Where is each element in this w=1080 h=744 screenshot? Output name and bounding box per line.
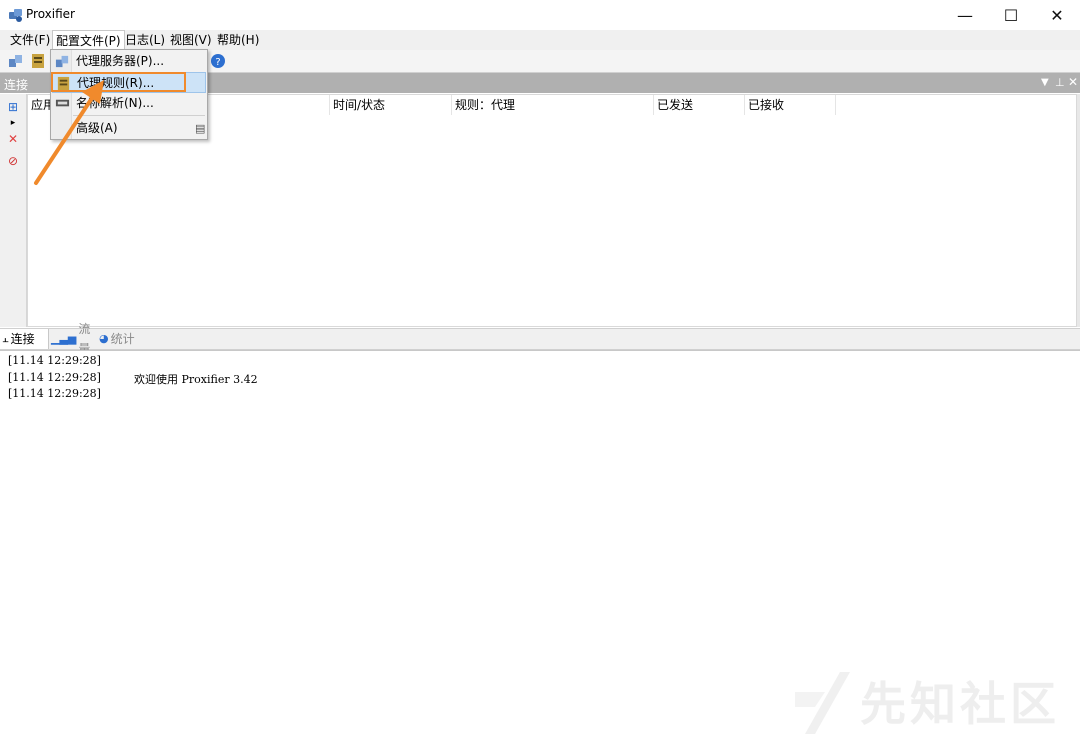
pane-menu-icon[interactable]: ▼ [1041, 77, 1049, 88]
title-bar: Proxifier — ☐ ✕ [0, 0, 1080, 30]
proxy-servers-icon[interactable] [8, 53, 24, 69]
proxy-rules-icon[interactable] [30, 53, 46, 69]
tab-statistics-label: 统计 [110, 332, 135, 346]
statistics-pie-icon: ◕ [99, 332, 109, 345]
annotation-arrow-icon [34, 80, 104, 185]
menu-bar: 文件(F) 配置文件(P) 日志(L) 视图(V) 帮助(H) [0, 30, 1080, 50]
expand-arrow-icon[interactable]: ▸ [6, 116, 20, 130]
menu-view[interactable]: 视图(V) [167, 30, 215, 50]
help-icon[interactable]: ? [210, 53, 226, 69]
column-header-rule-proxy[interactable]: 规则：代理 [452, 95, 654, 115]
menu-file[interactable]: 文件(F) [7, 30, 53, 50]
column-header-time-status[interactable]: 时间/状态 [330, 95, 452, 115]
tab-connections[interactable]: ⫠ 连接 [0, 329, 49, 349]
column-header-sent[interactable]: 已发送 [654, 95, 745, 115]
menu-help[interactable]: 帮助(H) [214, 30, 262, 50]
watermark-logo-icon [795, 672, 850, 734]
menu-item-proxy-servers[interactable]: 代理服务器(P)... [52, 51, 206, 72]
connections-sidebar: ⊞ ▸ ✕ ⊘ [0, 94, 27, 327]
pane-close-icon[interactable]: ✕ [1068, 75, 1078, 89]
submenu-icon: ▤ [195, 122, 206, 135]
menu-item-label: 代理服务器(P)... [76, 54, 165, 68]
tab-traffic[interactable]: ▁▃▅ 流量 [49, 322, 97, 356]
menu-profile[interactable]: 配置文件(P) [52, 30, 125, 49]
tab-statistics[interactable]: ◕ 统计 [97, 329, 145, 349]
tree-icon[interactable]: ⊞ [6, 100, 20, 114]
watermark-text: 先知社区 [860, 677, 1060, 731]
log-line-time: [11.14 12:29:28] [8, 354, 101, 367]
connections-pane-title: 连接 [4, 78, 29, 92]
window-title: Proxifier [26, 7, 75, 21]
close-button[interactable]: ✕ [1034, 0, 1080, 30]
log-line-time: [11.14 12:29:28] [8, 371, 101, 384]
connections-tab-icon: ⫠ [2, 332, 9, 345]
minimize-button[interactable]: — [942, 0, 988, 30]
traffic-chart-icon: ▁▃▅ [51, 332, 77, 345]
svg-text:?: ? [215, 57, 220, 68]
log-line-text: 欢迎使用 Proxifier 3.42 [134, 373, 258, 386]
menu-log[interactable]: 日志(L) [122, 30, 168, 50]
proxifier-app-icon [9, 9, 22, 22]
proxy-servers-icon [55, 55, 69, 68]
column-header-received[interactable]: 已接收 [745, 95, 836, 115]
bottom-tabs: ⫠ 连接 ▁▃▅ 流量 ◕ 统计 [0, 322, 1080, 356]
maximize-button[interactable]: ☐ [988, 0, 1034, 30]
block-connection-icon[interactable]: ⊘ [6, 154, 20, 168]
log-line-time: [11.14 12:29:28] [8, 387, 101, 400]
close-connection-icon[interactable]: ✕ [6, 132, 20, 146]
tab-connections-label: 连接 [10, 332, 35, 346]
pin-icon[interactable]: ⊥ [1055, 76, 1065, 89]
